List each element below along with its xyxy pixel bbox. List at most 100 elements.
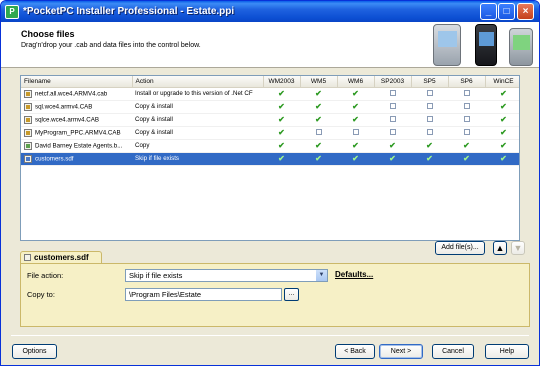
cancel-button[interactable]: Cancel xyxy=(432,344,474,359)
column-header-filename[interactable]: Filename xyxy=(21,76,133,88)
platform-checkbox[interactable]: ✔ xyxy=(337,113,374,127)
copy-to-field[interactable]: \Program Files\Estate xyxy=(125,288,282,301)
platform-checkbox[interactable] xyxy=(448,87,485,101)
platform-checkbox[interactable]: ✔ xyxy=(263,126,300,140)
table-row[interactable]: MyProgram_PPC.ARMV4.CAB Copy & install ✔ ✔ xyxy=(21,126,519,140)
table-row[interactable]: sqlce.wce4.armv4.CAB Copy & install ✔ ✔ ✔ ✔ xyxy=(21,113,519,127)
tab-label: customers.sdf xyxy=(34,253,89,262)
options-button[interactable]: Options xyxy=(12,344,57,359)
table-row[interactable]: netcf.all.wce4.ARMV4.cab Install or upgra… xyxy=(21,87,519,101)
platform-checkbox[interactable]: ✔ xyxy=(485,152,519,166)
platform-checkbox[interactable]: ✔ xyxy=(263,152,300,166)
check-icon: ✔ xyxy=(500,89,507,98)
platform-checkbox[interactable]: ✔ xyxy=(337,100,374,114)
file-action-dropdown[interactable]: Skip if file exists ▼ xyxy=(125,269,328,282)
platform-checkbox[interactable] xyxy=(411,87,448,101)
platform-checkbox[interactable]: ✔ xyxy=(485,100,519,114)
cell-action[interactable]: Copy & install xyxy=(132,113,263,127)
platform-checkbox[interactable]: ✔ xyxy=(263,100,300,114)
defaults-link[interactable]: Defaults... xyxy=(335,270,373,279)
platform-checkbox[interactable]: ✔ xyxy=(374,139,411,153)
empty-checkbox-icon xyxy=(463,90,470,97)
cab-file-icon xyxy=(24,89,32,98)
platform-checkbox[interactable] xyxy=(374,113,411,127)
chevron-down-icon[interactable]: ▼ xyxy=(316,270,327,281)
cell-filename: David Barney Estate Agents.b... xyxy=(21,139,132,153)
platform-checkbox[interactable]: ✔ xyxy=(300,113,337,127)
help-button[interactable]: Help xyxy=(485,344,529,359)
platform-checkbox[interactable] xyxy=(448,113,485,127)
cell-action[interactable]: Install or upgrade to this version of .N… xyxy=(132,87,263,101)
platform-checkbox[interactable]: ✔ xyxy=(263,87,300,101)
table-row[interactable]: sql.wce4.armv4.CAB Copy & install ✔ ✔ ✔ ✔ xyxy=(21,100,519,114)
platform-checkbox[interactable] xyxy=(411,126,448,140)
close-button[interactable]: × xyxy=(517,3,534,20)
check-icon: ✔ xyxy=(278,128,285,137)
platform-checkbox[interactable] xyxy=(411,100,448,114)
platform-checkbox[interactable]: ✔ xyxy=(300,87,337,101)
platform-checkbox[interactable]: ✔ xyxy=(485,126,519,140)
platform-checkbox[interactable]: ✔ xyxy=(263,113,300,127)
table-row[interactable]: customers.sdf Skip if file exists ✔ ✔ ✔ ✔ ✔ ✔ ✔ xyxy=(21,152,519,166)
empty-checkbox-icon xyxy=(389,116,396,123)
check-icon: ✔ xyxy=(389,141,396,150)
column-header-wm5[interactable]: WM5 xyxy=(300,76,338,88)
browse-button[interactable]: ... xyxy=(284,288,299,301)
back-button[interactable]: < Back xyxy=(335,344,375,359)
column-header-sp6[interactable]: SP6 xyxy=(448,76,486,88)
column-header-wm2003[interactable]: WM2003 xyxy=(263,76,301,88)
title-bar[interactable]: P *PocketPC Installer Professional - Est… xyxy=(1,1,539,22)
platform-checkbox[interactable]: ✔ xyxy=(300,100,337,114)
platform-checkbox[interactable] xyxy=(374,100,411,114)
check-icon: ✔ xyxy=(463,154,470,163)
platform-checkbox[interactable] xyxy=(374,87,411,101)
platform-checkbox[interactable]: ✔ xyxy=(448,152,485,166)
add-files-button[interactable]: Add file(s)... xyxy=(435,241,485,255)
check-icon: ✔ xyxy=(278,102,285,111)
next-button[interactable]: Next > xyxy=(379,344,423,359)
platform-checkbox[interactable] xyxy=(448,126,485,140)
column-header-sp5[interactable]: SP5 xyxy=(411,76,449,88)
platform-checkbox[interactable] xyxy=(337,126,374,140)
files-grid[interactable]: Filename Action WM2003 WM5 WM6 SP2003 SP… xyxy=(20,75,520,241)
platform-checkbox[interactable] xyxy=(300,126,337,140)
database-file-icon xyxy=(24,154,32,163)
platform-checkbox[interactable]: ✔ xyxy=(337,152,374,166)
column-header-action[interactable]: Action xyxy=(132,76,264,88)
move-up-button[interactable]: ▲ xyxy=(493,241,507,255)
maximize-button[interactable]: □ xyxy=(498,3,515,20)
platform-checkbox[interactable] xyxy=(374,126,411,140)
minimize-button[interactable]: _ xyxy=(480,3,497,20)
platform-checkbox[interactable]: ✔ xyxy=(485,139,519,153)
file-action-value: Skip if file exists xyxy=(129,271,183,280)
platform-checkbox[interactable]: ✔ xyxy=(263,139,300,153)
column-header-wince[interactable]: WinCE xyxy=(485,76,519,88)
platform-checkbox[interactable]: ✔ xyxy=(448,139,485,153)
cell-filename: customers.sdf xyxy=(21,152,132,166)
cell-action[interactable]: Copy & install xyxy=(132,100,263,114)
empty-checkbox-icon xyxy=(463,129,470,136)
platform-checkbox[interactable]: ✔ xyxy=(337,87,374,101)
cell-action[interactable]: Copy & install xyxy=(132,126,263,140)
phone-icon xyxy=(509,28,533,66)
platform-checkbox[interactable]: ✔ xyxy=(374,152,411,166)
table-row[interactable]: David Barney Estate Agents.b... Copy ✔ ✔ ✔ ✔ ✔… xyxy=(21,139,519,153)
cell-action[interactable]: Copy xyxy=(132,139,263,153)
filename-text: sql.wce4.armv4.CAB xyxy=(35,103,93,111)
platform-checkbox[interactable]: ✔ xyxy=(485,87,519,101)
column-header-wm6[interactable]: WM6 xyxy=(337,76,375,88)
platform-checkbox[interactable]: ✔ xyxy=(337,139,374,153)
platform-checkbox[interactable]: ✔ xyxy=(485,113,519,127)
empty-checkbox-icon xyxy=(352,129,359,136)
check-icon: ✔ xyxy=(315,102,322,111)
platform-checkbox[interactable]: ✔ xyxy=(411,139,448,153)
platform-checkbox[interactable]: ✔ xyxy=(411,152,448,166)
platform-checkbox[interactable] xyxy=(448,100,485,114)
platform-checkbox[interactable]: ✔ xyxy=(300,139,337,153)
platform-checkbox[interactable] xyxy=(411,113,448,127)
cell-action[interactable]: Skip if file exists xyxy=(132,152,263,166)
empty-checkbox-icon xyxy=(426,129,433,136)
move-down-button[interactable]: ▼ xyxy=(511,241,525,255)
column-header-sp2003[interactable]: SP2003 xyxy=(374,76,412,88)
platform-checkbox[interactable]: ✔ xyxy=(300,152,337,166)
